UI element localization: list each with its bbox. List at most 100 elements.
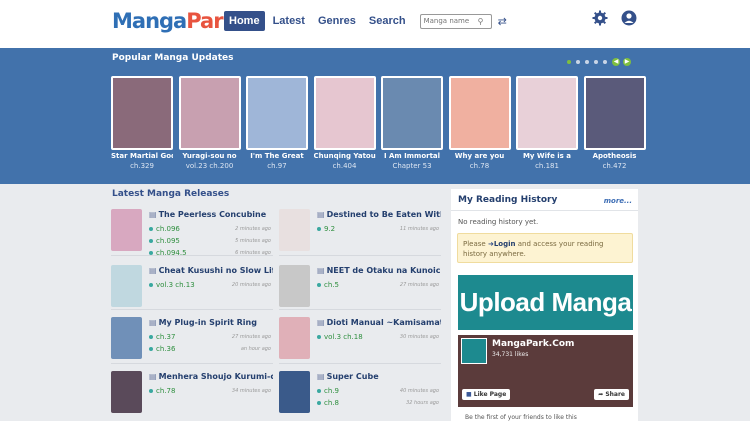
gear-icon[interactable] xyxy=(592,10,608,26)
card-chapter[interactable]: vol.23 ch.200 xyxy=(179,162,241,170)
release-title[interactable]: ▤ Dioti Manual ~Kamisamata xyxy=(317,318,441,327)
card-chapter[interactable]: Chapter 53 xyxy=(381,162,443,170)
carousel-prev-icon[interactable]: ◀ xyxy=(612,58,620,66)
manga-thumbnail[interactable] xyxy=(111,371,142,413)
chapter-link[interactable]: ch.096 xyxy=(149,225,180,233)
chapter-link[interactable]: ch.8 xyxy=(317,399,339,407)
release-title[interactable]: ▤ Menhera Shoujo Kurumi-ch xyxy=(149,372,273,381)
manga-cover[interactable] xyxy=(246,76,308,150)
release-title[interactable]: ▤ The Peerless Concubine xyxy=(149,210,273,219)
chapter-link[interactable]: vol.3 ch.13 xyxy=(149,281,195,289)
popular-card[interactable]: Star Martial God ch.329 xyxy=(111,76,173,170)
user-account-icon[interactable] xyxy=(621,10,637,26)
popular-card[interactable]: My Wife is a ch.181 xyxy=(516,76,578,170)
popular-title: Popular Manga Updates xyxy=(112,53,234,63)
carousel-dot[interactable] xyxy=(585,60,589,64)
chapter-link[interactable]: ch.37 xyxy=(149,333,175,341)
search-input[interactable] xyxy=(423,17,478,25)
search-icon[interactable]: ⚲ xyxy=(478,17,484,26)
manga-thumbnail[interactable] xyxy=(279,209,310,251)
chapter-link[interactable]: ch.9 xyxy=(317,387,339,395)
release-item[interactable]: ▤ The Peerless Concubine ch.096 2 minutes a… xyxy=(111,205,273,257)
chapter-bullet xyxy=(317,401,321,405)
manga-thumbnail[interactable] xyxy=(279,265,310,307)
release-title[interactable]: ▤ Destined to Be Eaten Withi xyxy=(317,210,441,219)
release-item[interactable]: ▤ NEET de Otaku na Kunoichi ch.5 27 minutes… xyxy=(279,261,441,309)
login-notice: Please ➜Login and access your reading hi… xyxy=(457,233,633,263)
manga-thumbnail[interactable] xyxy=(111,209,142,251)
release-item[interactable]: ▤ Super Cube ch.9 40 minutes ago ch.8 32 hour… xyxy=(279,367,441,415)
chapter-bullet xyxy=(149,227,153,231)
facebook-page-avatar[interactable] xyxy=(461,338,487,364)
release-title[interactable]: ▤ Cheat Kusushi no Slow Life xyxy=(149,266,273,275)
nav-home[interactable]: Home xyxy=(224,11,265,31)
latest-releases-title: Latest Manga Releases xyxy=(112,189,230,199)
nav-latest[interactable]: Latest xyxy=(268,11,310,31)
manga-thumbnail[interactable] xyxy=(279,317,310,359)
manga-thumbnail[interactable] xyxy=(279,371,310,413)
release-title[interactable]: ▤ Super Cube xyxy=(317,372,441,381)
manga-cover[interactable] xyxy=(111,76,173,150)
carousel-dot[interactable] xyxy=(594,60,598,64)
site-logo[interactable]: MangaPark xyxy=(112,9,237,33)
upload-manga-banner[interactable]: Upload Manga xyxy=(458,275,633,330)
release-item[interactable]: ▤ Menhera Shoujo Kurumi-ch ch.78 34 minutes… xyxy=(111,367,273,415)
manga-cover[interactable] xyxy=(381,76,443,150)
card-title[interactable]: I'm The Great xyxy=(246,152,308,160)
chapter-bullet xyxy=(149,239,153,243)
manga-cover[interactable] xyxy=(178,76,241,150)
card-title[interactable]: I Am Immortal xyxy=(381,152,443,160)
manga-thumbnail[interactable] xyxy=(111,265,142,307)
facebook-footer-text: Be the first of your friends to like thi… xyxy=(465,414,577,421)
popular-card[interactable]: I'm The Great ch.97 xyxy=(246,76,308,170)
release-item[interactable]: ▤ My Plug-in Spirit Ring ch.37 27 minutes a… xyxy=(111,313,273,361)
chapter-bullet xyxy=(149,283,153,287)
card-title[interactable]: My Wife is a xyxy=(516,152,578,160)
popular-card[interactable]: Yuragi-sou no vol.23 ch.200 xyxy=(178,76,241,170)
release-item[interactable]: ▤ Cheat Kusushi no Slow Life vol.3 ch.13 20… xyxy=(111,261,273,309)
chapter-link[interactable]: vol.3 ch.18 xyxy=(317,333,363,341)
release-title[interactable]: ▤ NEET de Otaku na Kunoichi xyxy=(317,266,441,275)
carousel-next-icon[interactable]: ▶ xyxy=(623,58,631,66)
no-history-text: No reading history yet. xyxy=(458,218,539,226)
manga-thumbnail[interactable] xyxy=(111,317,142,359)
facebook-page-name[interactable]: MangaPark.Com xyxy=(492,339,574,349)
chapter-link[interactable]: 9.2 xyxy=(317,225,335,233)
card-title[interactable]: Apotheosis xyxy=(584,152,646,160)
nav-search[interactable]: Search xyxy=(364,11,411,31)
manga-cover[interactable] xyxy=(448,76,511,150)
facebook-share-button[interactable]: ➦ Share xyxy=(594,389,629,400)
card-chapter[interactable]: ch.329 xyxy=(111,162,173,170)
card-chapter[interactable]: ch.181 xyxy=(516,162,578,170)
card-title[interactable]: Yuragi-sou no xyxy=(179,152,241,160)
carousel-dot[interactable] xyxy=(576,60,580,64)
popular-card[interactable]: I Am Immortal Chapter 53 xyxy=(381,76,443,170)
popular-card[interactable]: Why are you ch.78 xyxy=(448,76,511,170)
release-title[interactable]: ▤ My Plug-in Spirit Ring xyxy=(149,318,273,327)
card-title[interactable]: Why are you xyxy=(449,152,511,160)
login-link[interactable]: Login xyxy=(494,240,516,248)
popular-card[interactable]: Apotheosis ch.472 xyxy=(583,76,646,170)
manga-cover[interactable] xyxy=(516,76,578,150)
card-chapter[interactable]: ch.78 xyxy=(449,162,511,170)
card-title[interactable]: Star Martial God xyxy=(111,152,173,160)
carousel-dot[interactable] xyxy=(567,60,571,64)
card-chapter[interactable]: ch.404 xyxy=(314,162,376,170)
nav-genres[interactable]: Genres xyxy=(313,11,361,31)
carousel-dot[interactable] xyxy=(603,60,607,64)
manga-cover[interactable] xyxy=(313,76,376,150)
card-chapter[interactable]: ch.97 xyxy=(246,162,308,170)
release-item[interactable]: ▤ Destined to Be Eaten Withi 9.2 11 minutes… xyxy=(279,205,441,253)
card-title[interactable]: Chunqing Yatou xyxy=(314,152,376,160)
history-more-link[interactable]: more... xyxy=(604,197,632,205)
card-chapter[interactable]: ch.472 xyxy=(584,162,646,170)
facebook-like-button[interactable]: ■ Like Page xyxy=(462,389,511,400)
popular-card[interactable]: Chunqing Yatou ch.404 xyxy=(313,76,376,170)
manga-cover[interactable] xyxy=(583,76,646,150)
chapter-link[interactable]: ch.5 xyxy=(317,281,339,289)
release-item[interactable]: ▤ Dioti Manual ~Kamisamata vol.3 ch.18 30 m… xyxy=(279,313,441,361)
chapter-link[interactable]: ch.095 xyxy=(149,237,180,245)
shuffle-icon[interactable]: ⇄ xyxy=(498,15,507,28)
chapter-link[interactable]: ch.36 xyxy=(149,345,175,353)
chapter-link[interactable]: ch.78 xyxy=(149,387,175,395)
